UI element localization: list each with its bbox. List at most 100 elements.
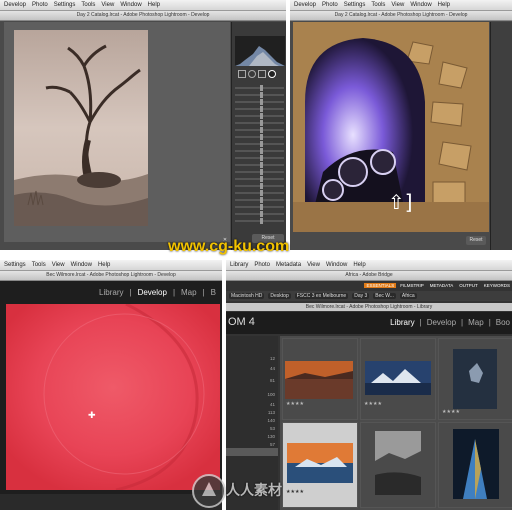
menu-item-tools[interactable]: Tools	[371, 2, 385, 8]
slider-row[interactable]	[232, 189, 286, 196]
tab-essentials[interactable]: ESSENTIALS	[364, 283, 397, 288]
slider-row[interactable]	[232, 196, 286, 203]
menu-item-view[interactable]: View	[307, 262, 320, 268]
folder-count: 57	[269, 442, 275, 447]
tool-spot-icon[interactable]	[248, 70, 256, 78]
slider-row[interactable]	[232, 147, 286, 154]
path-segment[interactable]: Desktop	[268, 293, 291, 299]
photo-red-texture	[6, 304, 220, 490]
module-develop[interactable]: Develop	[138, 288, 167, 297]
module-develop[interactable]: Develop	[427, 318, 456, 327]
menu-bar: Library Photo Metadata View Window Help	[226, 260, 512, 271]
tool-radial-icon[interactable]	[268, 70, 276, 78]
slider-row[interactable]	[232, 182, 286, 189]
photo-dead-tree	[14, 30, 148, 226]
menu-item-develop[interactable]: Develop	[294, 2, 316, 8]
folder-count: 53	[269, 426, 275, 431]
module-library[interactable]: Library	[390, 318, 414, 327]
slider-row[interactable]	[232, 161, 286, 168]
menu-item-develop[interactable]: Develop	[4, 2, 26, 8]
menu-item-library[interactable]: Library	[230, 262, 248, 268]
grid-cell[interactable]: ★★★★	[282, 422, 358, 508]
menu-item-photo[interactable]: Photo	[254, 262, 270, 268]
module-book[interactable]: B	[211, 288, 216, 297]
thumbnail-iceberg-blue	[365, 361, 431, 395]
menu-item-help[interactable]: Help	[438, 2, 450, 8]
window-title: Day 2 Catalog.lrcat - Adobe Photoshop Li…	[0, 11, 286, 21]
bridge-title: Africa - Adobe Bridge	[226, 271, 512, 281]
slider-row[interactable]	[232, 126, 286, 133]
shift-key-icon: ⇧]	[388, 190, 413, 214]
slider-row[interactable]	[232, 84, 286, 91]
menu-item-settings[interactable]: Settings	[344, 2, 366, 8]
menu-item-window[interactable]: Window	[71, 262, 92, 268]
cn-watermark: 人人素材	[226, 483, 282, 499]
menu-item-help[interactable]: Help	[353, 262, 365, 268]
menu-item-tools[interactable]: Tools	[81, 2, 95, 8]
app-identity-label: OM 4	[228, 316, 255, 328]
quadrant-bottom-left: Settings Tools View Window Help Bec Wilm…	[0, 260, 222, 510]
path-segment[interactable]: Bec W...	[373, 293, 396, 299]
tab-output[interactable]: OUTPUT	[457, 283, 480, 288]
path-segment[interactable]: Day 3	[352, 293, 370, 299]
tab-filmstrip[interactable]: FILMSTRIP	[398, 283, 426, 288]
menu-item-view[interactable]: View	[52, 262, 65, 268]
folder-count: 130	[267, 434, 275, 439]
menu-item-help[interactable]: Help	[148, 2, 160, 8]
rating-stars[interactable]: ★★★★	[442, 409, 460, 415]
slider-row[interactable]	[232, 105, 286, 112]
module-map[interactable]: Map	[181, 288, 197, 297]
menu-item-help[interactable]: Help	[98, 262, 110, 268]
slider-row[interactable]	[232, 217, 286, 224]
tab-keywords[interactable]: KEYWORDS	[482, 283, 512, 288]
slider-row[interactable]	[232, 154, 286, 161]
folder-count: 100	[267, 392, 275, 397]
menu-item-view[interactable]: View	[101, 2, 114, 8]
menu-bar: Develop Photo Settings Tools View Window…	[0, 0, 286, 11]
selected-folder[interactable]	[226, 448, 278, 456]
menu-item-settings[interactable]: Settings	[54, 2, 76, 8]
rating-stars[interactable]: ★★★★	[286, 489, 304, 495]
menu-item-view[interactable]: View	[391, 2, 404, 8]
slider-row[interactable]	[232, 112, 286, 119]
slider-row[interactable]	[232, 203, 286, 210]
menu-item-metadata[interactable]: Metadata	[276, 262, 301, 268]
menu-item-window[interactable]: Window	[120, 2, 141, 8]
site-watermark: www.cg-ku.com	[168, 238, 290, 255]
menu-item-settings[interactable]: Settings	[4, 262, 26, 268]
menu-item-window[interactable]: Window	[326, 262, 347, 268]
grid-cell[interactable]: ★★★★	[282, 338, 358, 420]
module-book[interactable]: Boo	[496, 318, 510, 327]
tool-redeye-icon[interactable]	[258, 70, 266, 78]
menu-item-photo[interactable]: Photo	[322, 2, 338, 8]
slider-row[interactable]	[232, 91, 286, 98]
reset-button[interactable]: Reset	[466, 236, 486, 245]
rating-stars[interactable]: ★★★★	[364, 401, 382, 407]
slider-row[interactable]	[232, 168, 286, 175]
slider-row[interactable]	[232, 119, 286, 126]
thumbnail-bw-landscape	[375, 431, 421, 495]
grid-cell[interactable]	[438, 422, 512, 508]
tab-metadata[interactable]: METADATA	[428, 283, 456, 288]
slider-row[interactable]	[232, 133, 286, 140]
path-segment[interactable]: FSCC 3 ex Melbourne	[294, 293, 349, 299]
module-library[interactable]: Library	[99, 288, 123, 297]
slider-row[interactable]	[232, 175, 286, 182]
module-map[interactable]: Map	[468, 318, 484, 327]
slider-row[interactable]	[232, 98, 286, 105]
path-segment[interactable]: Macintosh HD	[229, 293, 265, 299]
grid-cell[interactable]: ★★★★	[438, 338, 512, 420]
lr-header: OM 4 Library | Develop | Map | Boo	[226, 312, 512, 334]
develop-right-panel	[490, 22, 512, 250]
tool-crop-icon[interactable]	[238, 70, 246, 78]
grid-cell[interactable]: ★★★★	[360, 338, 436, 420]
slider-row[interactable]	[232, 140, 286, 147]
rating-stars[interactable]: ★★★★	[286, 401, 304, 407]
menu-item-window[interactable]: Window	[410, 2, 431, 8]
path-segment[interactable]: Africa	[399, 293, 417, 299]
menu-item-tools[interactable]: Tools	[32, 262, 46, 268]
menu-item-photo[interactable]: Photo	[32, 2, 48, 8]
slider-row[interactable]	[232, 210, 286, 217]
grid-cell[interactable]	[360, 422, 436, 508]
filmstrip-bar	[0, 494, 222, 510]
